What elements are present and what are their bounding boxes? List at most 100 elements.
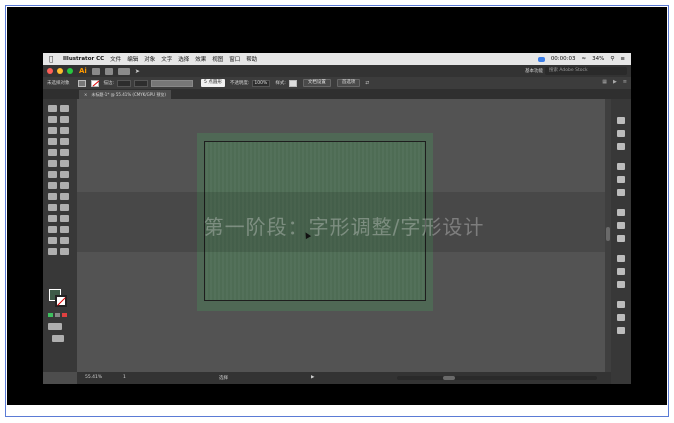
artboard-tool-icon[interactable] <box>48 237 57 244</box>
brush-dropdown[interactable]: 5 点圆形 <box>201 79 225 87</box>
menu-object[interactable]: 对象 <box>144 55 155 63</box>
screen-mode-icon[interactable] <box>52 335 64 342</box>
lasso-tool-icon[interactable] <box>60 116 69 123</box>
appearance-panel-icon[interactable] <box>617 255 625 262</box>
send-icon[interactable]: ➤ <box>135 68 140 75</box>
close-tab-icon[interactable]: × <box>84 92 87 97</box>
rectangle-tool-icon[interactable] <box>48 149 57 156</box>
paintbrush-tool-icon[interactable] <box>60 149 69 156</box>
menu-window[interactable]: 窗口 <box>229 55 240 63</box>
menu-list-icon[interactable]: ≡ <box>620 56 625 62</box>
vertical-scroll-thumb[interactable] <box>606 227 610 241</box>
artboards-panel-icon[interactable] <box>617 301 625 308</box>
drawing-modes-icon[interactable] <box>48 323 62 330</box>
symbols-panel-icon[interactable] <box>617 281 625 288</box>
width-tool-icon[interactable] <box>48 182 57 189</box>
eyedropper-tool-icon[interactable] <box>48 215 57 222</box>
libraries-panel-icon[interactable] <box>617 130 625 137</box>
gradient-mode-icon[interactable] <box>55 313 60 317</box>
apple-icon[interactable]:  <box>49 55 58 63</box>
wifi-icon[interactable]: ≈ <box>582 56 587 62</box>
zoom-tool-icon[interactable] <box>60 248 69 255</box>
horizontal-scroll-thumb[interactable] <box>443 376 455 380</box>
shape-builder-tool-icon[interactable] <box>48 193 57 200</box>
style-swatch[interactable] <box>288 79 297 87</box>
minimize-window-button[interactable] <box>57 68 63 74</box>
asset-export-icon[interactable] <box>617 143 625 150</box>
curvature-tool-icon[interactable] <box>60 127 69 134</box>
column-graph-tool-icon[interactable] <box>60 226 69 233</box>
document-setup-button[interactable]: 文档设置 <box>302 79 331 87</box>
color-panel-icon[interactable] <box>617 163 625 170</box>
symbol-sprayer-tool-icon[interactable] <box>48 226 57 233</box>
app-bar: Ai ➤ 基本功能 搜索 Adobe Stock <box>43 65 631 77</box>
rotate-tool-icon[interactable] <box>48 171 57 178</box>
menu-view[interactable]: 视图 <box>212 55 223 63</box>
gradient-tool-icon[interactable] <box>60 204 69 211</box>
menu-app-name[interactable]: Illustrator CC <box>63 56 104 62</box>
status-mode[interactable]: 选择 <box>219 375 228 381</box>
stock-icon[interactable] <box>104 67 113 75</box>
more-menu-icon[interactable]: ≡ <box>623 79 627 85</box>
shaper-tool-icon[interactable] <box>48 160 57 167</box>
direct-selection-tool-icon[interactable] <box>60 105 69 112</box>
hand-tool-icon[interactable] <box>48 248 57 255</box>
arrange-documents-icon[interactable] <box>117 67 130 75</box>
fill-swatch[interactable] <box>77 79 86 87</box>
selection-tool-icon[interactable] <box>48 105 57 112</box>
links-panel-icon[interactable] <box>617 327 625 334</box>
menu-file[interactable]: 文件 <box>110 55 121 63</box>
zoom-level[interactable]: 55.41% <box>85 375 102 380</box>
panel-toggle-icon[interactable]: ▶ <box>613 79 617 85</box>
scissors-tool-icon[interactable] <box>60 160 69 167</box>
status-bar: 55.41% 1 选择 ▶ <box>77 372 611 384</box>
stock-search-input[interactable]: 搜索 Adobe Stock <box>545 67 627 75</box>
none-mode-icon[interactable] <box>62 313 67 317</box>
zoom-window-button[interactable] <box>67 68 73 74</box>
record-icon[interactable] <box>537 56 545 62</box>
horizontal-scrollbar[interactable] <box>397 376 597 380</box>
brushes-panel-icon[interactable] <box>617 189 625 196</box>
scale-tool-icon[interactable] <box>60 171 69 178</box>
free-transform-tool-icon[interactable] <box>60 182 69 189</box>
stroke-color-box[interactable] <box>55 295 67 307</box>
brush-definition-field[interactable] <box>151 79 194 87</box>
status-arrow-icon[interactable]: ▶ <box>311 375 314 380</box>
pen-tool-icon[interactable] <box>48 127 57 134</box>
magic-wand-tool-icon[interactable] <box>48 116 57 123</box>
opacity-field[interactable]: 100% <box>252 79 271 87</box>
color-mode-icon[interactable] <box>48 313 53 317</box>
artboard-number[interactable]: 1 <box>123 375 126 380</box>
align-icon[interactable]: ⇄ <box>365 81 369 86</box>
menu-select[interactable]: 选择 <box>178 55 189 63</box>
slice-tool-icon[interactable] <box>60 237 69 244</box>
search-icon[interactable]: ⚲ <box>610 56 614 62</box>
gradient-panel-icon[interactable] <box>617 222 625 229</box>
menu-help[interactable]: 帮助 <box>246 55 257 63</box>
menu-effect[interactable]: 效果 <box>195 55 206 63</box>
graphic-styles-panel-icon[interactable] <box>617 268 625 275</box>
mesh-tool-icon[interactable] <box>48 204 57 211</box>
swatches-panel-icon[interactable] <box>617 176 625 183</box>
preferences-button[interactable]: 首选项 <box>336 79 361 87</box>
document-tab[interactable]: × 未标题-1* @ 55.41% (CMYK/GPU 预览) <box>79 90 171 99</box>
layers-panel-icon[interactable] <box>617 314 625 321</box>
close-window-button[interactable] <box>47 68 53 74</box>
properties-panel-icon[interactable] <box>617 117 625 124</box>
bridge-icon[interactable] <box>91 67 100 75</box>
stroke-swatch[interactable] <box>90 79 99 87</box>
stroke-weight-field[interactable] <box>117 79 132 87</box>
stroke-panel-icon[interactable] <box>617 209 625 216</box>
blend-tool-icon[interactable] <box>60 215 69 222</box>
menubar-status: 00:00:03 ≈ 34% ⚲ ≡ <box>537 53 625 65</box>
canvas-area[interactable]: 第一阶段：字形调整/字形设计 <box>77 99 611 372</box>
perspective-grid-tool-icon[interactable] <box>60 193 69 200</box>
workspace-switcher[interactable]: 基本功能 <box>525 68 543 74</box>
menu-type[interactable]: 文字 <box>161 55 172 63</box>
variable-width-field[interactable] <box>134 79 149 87</box>
transparency-panel-icon[interactable] <box>617 235 625 242</box>
type-tool-icon[interactable] <box>48 138 57 145</box>
arrange-icon[interactable]: ▦ <box>602 79 607 85</box>
line-tool-icon[interactable] <box>60 138 69 145</box>
menu-edit[interactable]: 编辑 <box>127 55 138 63</box>
